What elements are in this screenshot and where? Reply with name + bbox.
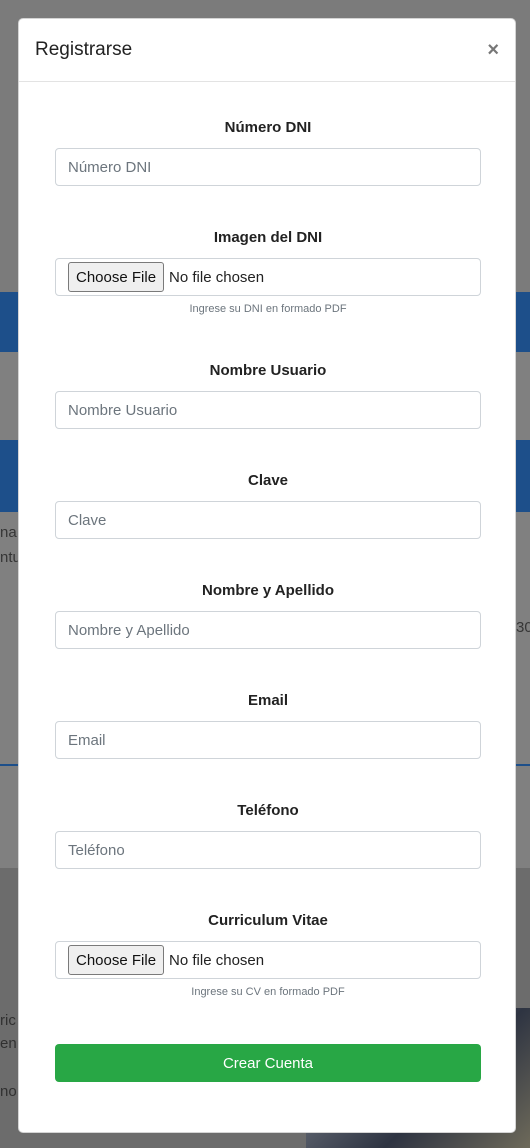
register-modal: Registrarse × Número DNI Imagen del DNI …	[18, 18, 516, 1133]
background-text: en	[0, 1035, 17, 1052]
close-icon[interactable]: ×	[487, 40, 499, 60]
username-group: Nombre Usuario	[55, 362, 481, 429]
fullname-input[interactable]	[55, 611, 481, 649]
dni-label: Número DNI	[224, 119, 312, 136]
create-account-button[interactable]: Crear Cuenta	[55, 1044, 481, 1082]
dni-image-file-status: No file chosen	[169, 268, 265, 286]
password-input[interactable]	[55, 501, 481, 539]
dni-image-choose-file-button[interactable]: Choose File	[68, 262, 165, 292]
dni-image-file-input[interactable]: Choose File No file chosen	[55, 258, 481, 296]
dni-image-group: Imagen del DNI Choose File No file chose…	[55, 229, 481, 315]
username-input[interactable]	[55, 391, 481, 429]
dni-image-help-text: Ingrese su DNI en formado PDF	[189, 303, 347, 315]
email-input[interactable]	[55, 721, 481, 759]
background-text: ric	[0, 1012, 16, 1029]
password-group: Clave	[55, 472, 481, 539]
fullname-group: Nombre y Apellido	[55, 582, 481, 649]
password-label: Clave	[247, 472, 289, 489]
dni-group: Número DNI	[55, 119, 481, 186]
background-text: no	[0, 1083, 17, 1100]
modal-header: Registrarse ×	[19, 19, 515, 82]
phone-label: Teléfono	[237, 802, 299, 819]
email-group: Email	[55, 692, 481, 759]
email-label: Email	[247, 692, 289, 709]
fullname-label: Nombre y Apellido	[202, 582, 334, 599]
cv-file-status: No file chosen	[169, 951, 265, 969]
cv-choose-file-button[interactable]: Choose File	[68, 945, 165, 975]
username-label: Nombre Usuario	[209, 362, 327, 379]
cv-file-input[interactable]: Choose File No file chosen	[55, 941, 481, 979]
cv-group: Curriculum Vitae Choose File No file cho…	[55, 912, 481, 998]
background-text: na	[0, 524, 17, 541]
cv-help-text: Ingrese su CV en formado PDF	[191, 986, 345, 998]
dni-image-label: Imagen del DNI	[213, 229, 323, 246]
cv-label: Curriculum Vitae	[208, 912, 328, 929]
phone-input[interactable]	[55, 831, 481, 869]
phone-group: Teléfono	[55, 802, 481, 869]
dni-input[interactable]	[55, 148, 481, 186]
background-text: 30	[516, 619, 530, 636]
modal-title: Registrarse	[35, 39, 133, 60]
